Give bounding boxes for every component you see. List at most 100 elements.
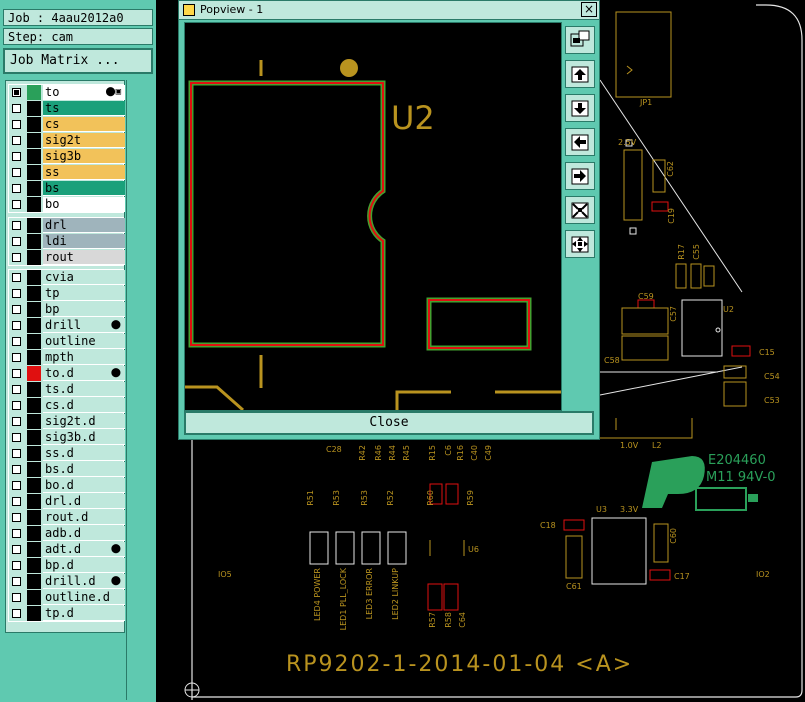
layer-name[interactable]: sig2t	[43, 133, 125, 148]
layer-color-swatch[interactable]	[27, 350, 41, 365]
layer-checkbox[interactable]	[12, 136, 21, 145]
layer-checkbox[interactable]	[12, 513, 21, 522]
layer-checkbox[interactable]	[12, 353, 21, 362]
layer-checkbox[interactable]	[12, 321, 21, 330]
layer-color-swatch[interactable]	[27, 430, 41, 445]
pan-button[interactable]	[565, 230, 595, 258]
layer-checkbox[interactable]	[12, 497, 21, 506]
layer-name[interactable]: ldi	[43, 234, 125, 249]
close-button[interactable]: Close	[184, 411, 594, 435]
layer-row[interactable]: cs	[9, 117, 125, 133]
layer-name[interactable]: bs.d	[43, 462, 125, 477]
layer-row[interactable]: rout	[9, 250, 125, 266]
layer-color-swatch[interactable]	[27, 510, 41, 525]
layer-checkbox[interactable]	[12, 465, 21, 474]
layer-checkbox[interactable]	[12, 577, 21, 586]
layer-color-swatch[interactable]	[27, 197, 41, 212]
layer-color-swatch[interactable]	[27, 590, 41, 605]
layer-row[interactable]: cvia	[9, 270, 125, 286]
popview-titlebar[interactable]: Popview - 1 ×	[179, 1, 599, 20]
layer-checkbox[interactable]	[12, 545, 21, 554]
layer-color-swatch[interactable]	[27, 542, 41, 557]
layer-row[interactable]: drill.d ⬤	[9, 574, 125, 590]
layer-checkbox[interactable]	[12, 385, 21, 394]
layer-row[interactable]: outline.d	[9, 590, 125, 606]
job-matrix-button[interactable]: Job Matrix ...	[3, 48, 153, 74]
layer-color-swatch[interactable]	[27, 606, 41, 621]
layer-name[interactable]: bo.d	[43, 478, 125, 493]
layer-checkbox[interactable]	[12, 433, 21, 442]
layer-row[interactable]: bs	[9, 181, 125, 197]
layer-row[interactable]: bs.d	[9, 462, 125, 478]
page-left-button[interactable]	[565, 128, 595, 156]
layer-color-swatch[interactable]	[27, 85, 41, 100]
layer-name[interactable]: ss.d	[43, 446, 125, 461]
layer-color-swatch[interactable]	[27, 526, 41, 541]
layer-name[interactable]: sig3b.d	[43, 430, 125, 445]
layer-checkbox[interactable]	[12, 184, 21, 193]
layer-color-swatch[interactable]	[27, 462, 41, 477]
layer-color-swatch[interactable]	[27, 101, 41, 116]
layer-checkbox[interactable]	[12, 221, 21, 230]
layer-name[interactable]: outline.d	[43, 590, 125, 605]
close-icon[interactable]: ×	[581, 2, 597, 17]
layer-name[interactable]: adb.d	[43, 526, 125, 541]
layer-checkbox[interactable]	[12, 289, 21, 298]
layer-name[interactable]: outline	[43, 334, 125, 349]
layer-row[interactable]: tp	[9, 286, 125, 302]
layer-color-swatch[interactable]	[27, 302, 41, 317]
layer-name[interactable]: cs	[43, 117, 125, 132]
layer-row[interactable]: to.d ⬤	[9, 366, 125, 382]
layer-row[interactable]: ss	[9, 165, 125, 181]
layer-color-swatch[interactable]	[27, 446, 41, 461]
layer-row[interactable]: drill ⬤	[9, 318, 125, 334]
layer-checkbox[interactable]	[12, 529, 21, 538]
layer-name[interactable]: ts.d	[43, 382, 125, 397]
layer-checkbox[interactable]	[12, 481, 21, 490]
layer-row[interactable]: sig2t	[9, 133, 125, 149]
layer-row[interactable]: adt.d ⬤	[9, 542, 125, 558]
layer-color-swatch[interactable]	[27, 250, 41, 265]
layer-color-swatch[interactable]	[27, 218, 41, 233]
layer-row[interactable]: rout.d	[9, 510, 125, 526]
layer-color-swatch[interactable]	[27, 398, 41, 413]
layer-list-scrollbar[interactable]	[126, 80, 153, 700]
layer-color-swatch[interactable]	[27, 334, 41, 349]
layer-name[interactable]: mpth	[43, 350, 125, 365]
layer-row[interactable]: drl.d	[9, 494, 125, 510]
layer-row[interactable]: ldi	[9, 234, 125, 250]
layer-name[interactable]: bp.d	[43, 558, 125, 573]
layer-checkbox[interactable]	[12, 417, 21, 426]
layer-row[interactable]: cs.d	[9, 398, 125, 414]
layer-color-swatch[interactable]	[27, 165, 41, 180]
layer-checkbox[interactable]	[12, 200, 21, 209]
layer-name[interactable]: rout.d	[43, 510, 125, 525]
layer-name[interactable]: tp.d	[43, 606, 125, 621]
layer-row[interactable]: sig3b.d	[9, 430, 125, 446]
layer-row[interactable]: bp.d	[9, 558, 125, 574]
layer-checkbox[interactable]	[12, 561, 21, 570]
layer-checkbox[interactable]	[12, 593, 21, 602]
layer-color-swatch[interactable]	[27, 382, 41, 397]
layer-checkbox[interactable]	[12, 401, 21, 410]
layer-name[interactable]: ss	[43, 165, 125, 180]
layer-row[interactable]: outline	[9, 334, 125, 350]
layer-color-swatch[interactable]	[27, 117, 41, 132]
window-menu-icon[interactable]	[183, 4, 195, 16]
layer-checkbox[interactable]	[12, 369, 21, 378]
layer-row[interactable]: to ⬤▣	[9, 85, 125, 101]
layer-row[interactable]: ts.d	[9, 382, 125, 398]
layer-row[interactable]: ss.d	[9, 446, 125, 462]
layer-checkbox[interactable]	[12, 253, 21, 262]
layer-row[interactable]: drl	[9, 218, 125, 234]
layer-color-swatch[interactable]	[27, 366, 41, 381]
page-right-button[interactable]	[565, 162, 595, 190]
layer-name[interactable]: cs.d	[43, 398, 125, 413]
zoom-in-button[interactable]	[565, 196, 595, 224]
layer-checkbox[interactable]	[12, 273, 21, 282]
layer-row[interactable]: bp	[9, 302, 125, 318]
layer-color-swatch[interactable]	[27, 558, 41, 573]
layer-row[interactable]: bo	[9, 197, 125, 213]
layer-name[interactable]: drl.d	[43, 494, 125, 509]
layer-row[interactable]: mpth	[9, 350, 125, 366]
